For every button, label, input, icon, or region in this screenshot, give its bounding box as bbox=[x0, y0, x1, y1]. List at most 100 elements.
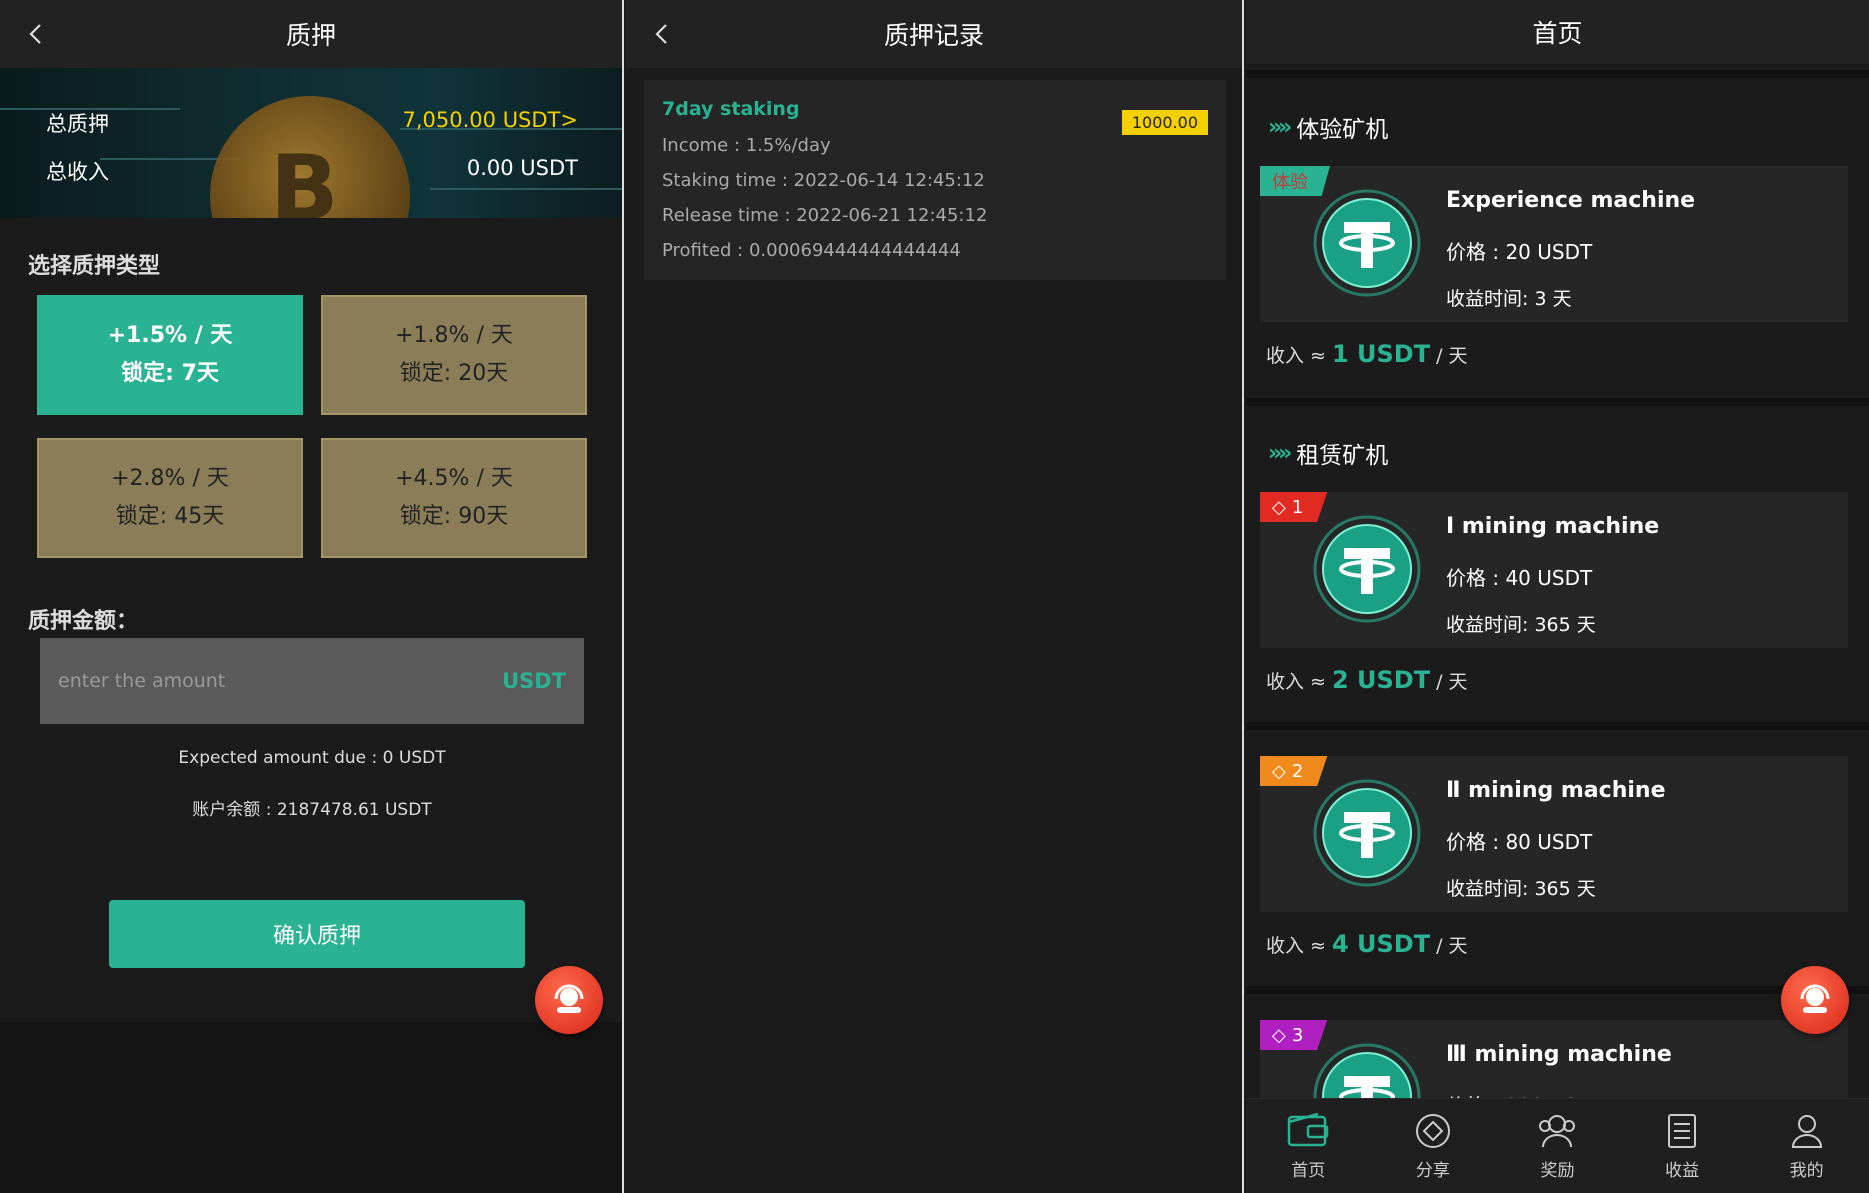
stake-option-90d[interactable]: +4.5% / 天 锁定: 90天 bbox=[321, 438, 587, 558]
income-value: 1 USDT bbox=[1331, 340, 1431, 368]
income-suffix: / 天 bbox=[1436, 671, 1468, 693]
machine-time: 收益时间: 3 天 bbox=[1446, 288, 1572, 310]
machine-income: 收入 ≈ 2 USDT / 天 bbox=[1266, 666, 1468, 694]
customer-service-button[interactable] bbox=[535, 966, 603, 1034]
reward-icon bbox=[1539, 1114, 1576, 1147]
stake-option-20d[interactable]: +1.8% / 天 锁定: 20天 bbox=[321, 295, 587, 415]
option-rate: +4.5% / 天 bbox=[395, 466, 513, 491]
income-prefix: 收入 ≈ bbox=[1266, 345, 1326, 367]
tab-label: 收益 bbox=[1665, 1160, 1700, 1181]
tab-reward[interactable]: 奖励 bbox=[1495, 1099, 1620, 1193]
option-rate: +2.8% / 天 bbox=[111, 466, 229, 491]
machine-card-1[interactable]: ◇ 1 Ⅰ mining machine 价格 : 40 USDT 收益时间: 3… bbox=[1260, 492, 1848, 648]
bottom-tab-bar: 首页 分享 奖励 收益 我的 bbox=[1246, 1098, 1869, 1193]
machine-name: Ⅲ mining machine bbox=[1446, 1042, 1672, 1067]
machine-card-experience[interactable]: 体验 Experience machine 价格 : 20 USDT 收益时间:… bbox=[1260, 166, 1848, 322]
amount-input[interactable]: enter the amount USDT bbox=[40, 638, 584, 724]
expected-amount: Expected amount due : 0 USDT bbox=[178, 748, 446, 768]
total-stake-value[interactable]: 7,050.00 USDT> bbox=[403, 108, 579, 132]
wallet-icon bbox=[1288, 1112, 1329, 1146]
income-icon bbox=[1668, 1113, 1697, 1148]
option-lock: 锁定: 20天 bbox=[399, 361, 509, 386]
section-label: 体验矿机 bbox=[1296, 117, 1389, 143]
machine-income: 收入 ≈ 1 USDT / 天 bbox=[1266, 340, 1468, 368]
machine-name: Ⅱ mining machine bbox=[1446, 778, 1666, 803]
machine-time: 收益时间: 365 天 bbox=[1446, 614, 1596, 636]
rental-section-title: ›››› 租赁矿机 bbox=[1268, 436, 1388, 470]
income-value: 4 USDT bbox=[1331, 930, 1431, 958]
divider bbox=[1246, 398, 1869, 406]
header: 质押记录 bbox=[626, 0, 1242, 68]
tab-label: 我的 bbox=[1789, 1160, 1824, 1181]
staking-panel: 质押 B 总质押 7,050.00 USDT> 总收入 0.00 USDT 选择… bbox=[0, 0, 624, 1193]
chevrons-icon: ›››› bbox=[1268, 440, 1292, 466]
section-label: 租赁矿机 bbox=[1296, 443, 1389, 469]
diamond-icon: ◇ bbox=[1272, 1024, 1286, 1046]
headset-icon bbox=[554, 984, 584, 1013]
header: 质押 bbox=[0, 0, 622, 68]
stake-summary-banner: B 总质押 7,050.00 USDT> 总收入 0.00 USDT bbox=[0, 68, 622, 218]
machine-price: 价格 : 20 USDT bbox=[1446, 240, 1593, 264]
option-lock: 锁定: 7天 bbox=[121, 361, 219, 386]
income-prefix: 收入 ≈ bbox=[1266, 671, 1326, 693]
income-suffix: / 天 bbox=[1436, 345, 1468, 367]
machine-name: Ⅰ mining machine bbox=[1446, 514, 1660, 539]
record-staking-time: Staking time : 2022-06-14 12:45:12 bbox=[662, 170, 985, 191]
income-suffix: / 天 bbox=[1436, 935, 1468, 957]
tab-label: 分享 bbox=[1415, 1160, 1450, 1181]
tether-icon bbox=[1313, 779, 1421, 887]
tab-share[interactable]: 分享 bbox=[1371, 1099, 1496, 1193]
tier-number: 1 bbox=[1291, 496, 1304, 518]
income-value: 2 USDT bbox=[1331, 666, 1431, 694]
amount-placeholder: enter the amount bbox=[58, 670, 226, 692]
chevrons-icon: ›››› bbox=[1268, 114, 1292, 140]
tab-home[interactable]: 首页 bbox=[1246, 1099, 1371, 1193]
machine-card-2[interactable]: ◇ 2 Ⅱ mining machine 价格 : 80 USDT 收益时间: 3… bbox=[1260, 756, 1848, 912]
option-lock: 锁定: 90天 bbox=[399, 504, 509, 529]
account-balance: 账户余额 : 2187478.61 USDT bbox=[192, 800, 432, 820]
back-icon[interactable] bbox=[650, 22, 674, 46]
tab-income[interactable]: 收益 bbox=[1620, 1099, 1745, 1193]
customer-service-button[interactable] bbox=[1781, 966, 1849, 1034]
select-type-label: 选择质押类型 bbox=[28, 254, 161, 279]
tether-icon bbox=[1313, 189, 1421, 297]
machine-price: 价格 : 40 USDT bbox=[1446, 566, 1593, 590]
diamond-icon: ◇ bbox=[1272, 496, 1286, 518]
amount-label: 质押金额： bbox=[28, 609, 139, 634]
back-icon[interactable] bbox=[24, 22, 48, 46]
record-amount-badge: 1000.00 bbox=[1121, 110, 1208, 135]
share-icon bbox=[1415, 1113, 1450, 1148]
divider bbox=[1246, 70, 1869, 78]
record-release-time: Release time : 2022-06-21 12:45:12 bbox=[662, 205, 988, 226]
tab-label: 首页 bbox=[1291, 1160, 1326, 1181]
machine-price: 价格 : 80 USDT bbox=[1446, 830, 1593, 854]
page-title: 质押 bbox=[285, 21, 336, 50]
total-income-label: 总收入 bbox=[46, 160, 109, 184]
staking-record-panel: 质押记录 7day staking 1000.00 Income : 1.5%/… bbox=[626, 0, 1244, 1193]
experience-section-title: ›››› 体验矿机 bbox=[1268, 110, 1388, 144]
divider bbox=[1246, 986, 1869, 994]
page-title: 质押记录 bbox=[883, 21, 984, 50]
option-rate: +1.8% / 天 bbox=[395, 323, 513, 348]
machine-income: 收入 ≈ 4 USDT / 天 bbox=[1266, 930, 1468, 958]
tier-number: 2 bbox=[1291, 760, 1304, 782]
tab-profile[interactable]: 我的 bbox=[1744, 1099, 1869, 1193]
tier-number: 3 bbox=[1291, 1024, 1304, 1046]
headset-icon bbox=[1800, 984, 1830, 1013]
bitcoin-coin-image: B bbox=[210, 96, 410, 218]
confirm-stake-button[interactable]: 确认质押 bbox=[109, 900, 525, 968]
record-profited: Profited : 0.00069444444444444 bbox=[662, 240, 961, 261]
stake-record-card[interactable]: 7day staking 1000.00 Income : 1.5%/day S… bbox=[644, 80, 1226, 280]
page-title: 首页 bbox=[1532, 19, 1583, 48]
option-rate: +1.5% / 天 bbox=[107, 323, 233, 348]
amount-unit: USDT bbox=[502, 669, 566, 693]
profile-icon bbox=[1791, 1114, 1822, 1148]
machine-name: Experience machine bbox=[1446, 188, 1696, 213]
stake-option-45d[interactable]: +2.8% / 天 锁定: 45天 bbox=[37, 438, 303, 558]
bottom-area bbox=[0, 1022, 622, 1193]
tab-label: 奖励 bbox=[1540, 1160, 1575, 1181]
income-prefix: 收入 ≈ bbox=[1266, 935, 1326, 957]
machine-time: 收益时间: 365 天 bbox=[1446, 878, 1596, 900]
diamond-icon: ◇ bbox=[1272, 760, 1286, 782]
stake-option-7d[interactable]: +1.5% / 天 锁定: 7天 bbox=[37, 295, 303, 415]
